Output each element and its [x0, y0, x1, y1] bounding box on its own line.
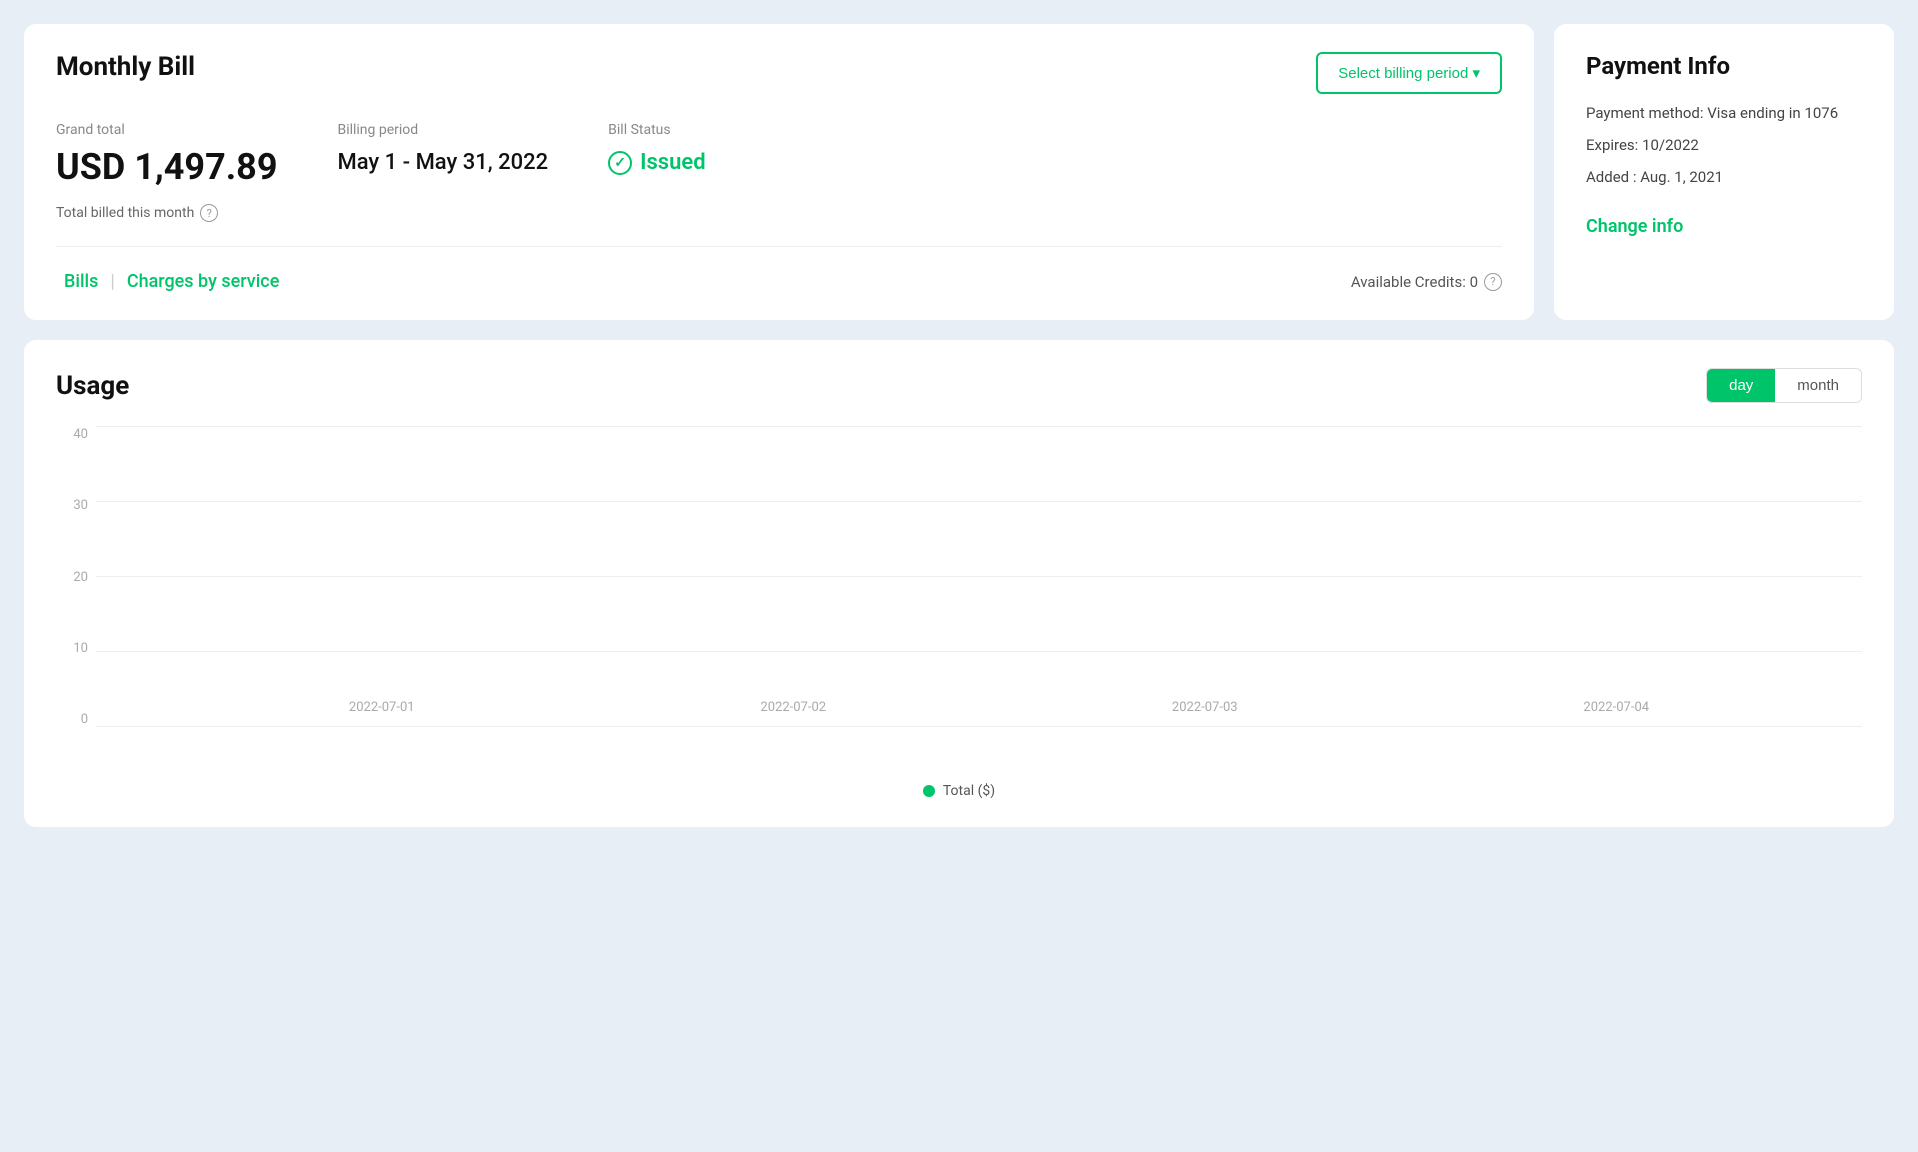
billing-period-label: Billing period [337, 122, 548, 138]
billing-period-section: Billing period May 1 - May 31, 2022 [337, 122, 548, 188]
x-label-2: 2022-07-03 [1145, 700, 1265, 715]
payment-added: Added : Aug. 1, 2021 [1586, 168, 1862, 186]
payment-method: Payment method: Visa ending in 1076 [1586, 104, 1862, 122]
toggle-month-button[interactable]: month [1775, 369, 1861, 402]
usage-toggle-group: day month [1706, 368, 1862, 403]
payment-info-title: Payment Info [1586, 52, 1862, 80]
usage-title: Usage [56, 371, 129, 401]
total-billed-note: Total billed this month ? [56, 204, 1502, 222]
change-info-link[interactable]: Change info [1586, 216, 1683, 237]
select-billing-button[interactable]: Select billing period ▾ [1316, 52, 1502, 94]
legend-dot [923, 785, 935, 797]
tab-divider: | [110, 271, 114, 292]
issued-icon: ✓ [608, 151, 632, 175]
x-label-1: 2022-07-02 [733, 700, 853, 715]
monthly-bill-title: Monthly Bill [56, 52, 195, 82]
bill-status-section: Bill Status ✓ Issued [608, 122, 705, 188]
payment-expires: Expires: 10/2022 [1586, 136, 1862, 154]
bars-row [96, 427, 1862, 727]
usage-card: Usage day month 0 10 20 30 40 [24, 340, 1894, 827]
bill-status-label: Bill Status [608, 122, 705, 138]
legend-label: Total ($) [943, 783, 995, 799]
usage-chart: 0 10 20 30 40 [56, 427, 1862, 767]
chart-legend: Total ($) [56, 783, 1862, 799]
tab-bills[interactable]: Bills [56, 267, 106, 296]
x-label-0: 2022-07-01 [322, 700, 442, 715]
tab-row: Bills | Charges by service [56, 267, 287, 296]
chart-y-axis: 0 10 20 30 40 [56, 427, 96, 727]
grand-total-label: Grand total [56, 122, 277, 138]
chart-plot-area: 2022-07-01 2022-07-02 2022-07-03 2022-07… [96, 427, 1862, 727]
x-label-3: 2022-07-04 [1556, 700, 1676, 715]
grand-total-value: USD 1,497.89 [56, 146, 277, 188]
available-credits: Available Credits: 0 ? [1351, 273, 1502, 291]
y-label-0: 0 [81, 712, 88, 727]
y-label-30: 30 [73, 498, 88, 513]
total-billed-help-icon[interactable]: ? [200, 204, 218, 222]
credits-help-icon[interactable]: ? [1484, 273, 1502, 291]
bill-status-value: ✓ Issued [608, 150, 705, 175]
tab-charges-by-service[interactable]: Charges by service [119, 267, 288, 296]
y-label-40: 40 [73, 427, 88, 442]
toggle-day-button[interactable]: day [1707, 369, 1775, 402]
monthly-bill-card: Monthly Bill Select billing period ▾ Gra… [24, 24, 1534, 320]
y-label-10: 10 [73, 641, 88, 656]
grand-total-section: Grand total USD 1,497.89 [56, 122, 277, 188]
chart-x-axis: 2022-07-01 2022-07-02 2022-07-03 2022-07… [136, 687, 1862, 727]
y-label-20: 20 [73, 570, 88, 585]
billing-period-value: May 1 - May 31, 2022 [337, 150, 548, 175]
payment-info-card: Payment Info Payment method: Visa ending… [1554, 24, 1894, 320]
